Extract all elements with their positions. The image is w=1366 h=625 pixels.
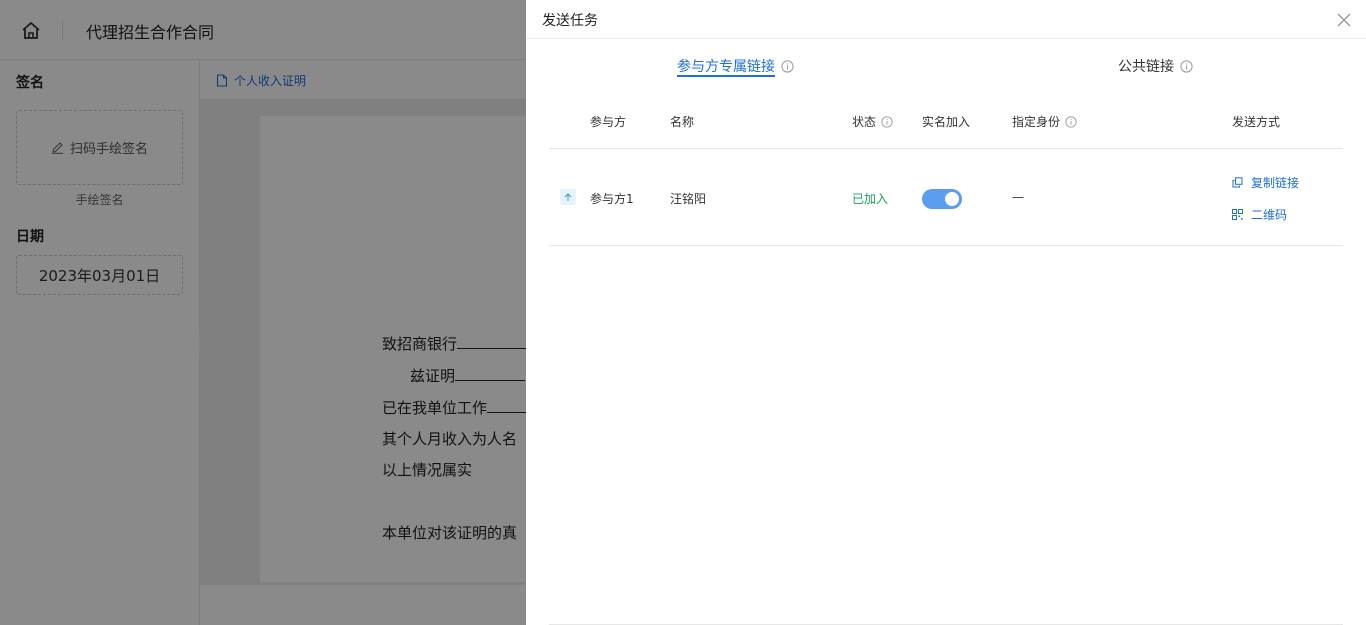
column-header-send-method: 发送方式 (1232, 115, 1281, 129)
arrow-up-icon (564, 193, 572, 201)
party-cell: 参与方1 (590, 192, 634, 206)
qr-code-label: 二维码 (1251, 208, 1288, 222)
toggle-knob (945, 192, 959, 206)
send-task-drawer: 发送任务 参与方专属链接 公共链接 参与方 名称 状态 实名加入 指定身份 发送… (526, 0, 1366, 625)
info-icon[interactable] (1065, 115, 1077, 128)
close-icon (1337, 13, 1351, 27)
column-header-status: 状态 (852, 113, 893, 130)
drawer-header: 发送任务 (526, 0, 1366, 39)
modal-overlay[interactable] (0, 0, 526, 625)
tab-label: 公共链接 (1118, 59, 1174, 75)
name-cell: 汪铭阳 (670, 192, 707, 206)
info-icon[interactable] (881, 115, 893, 128)
close-button[interactable] (1336, 12, 1352, 28)
info-icon[interactable] (781, 59, 794, 73)
drawer-title: 发送任务 (542, 13, 598, 29)
table-row: 参与方1 汪铭阳 已加入 — 复制链接 二维码 (549, 149, 1343, 246)
copy-link-label: 复制链接 (1251, 176, 1300, 190)
qr-code-button[interactable]: 二维码 (1232, 206, 1287, 223)
qr-code-icon (1232, 209, 1243, 220)
table-header: 参与方 名称 状态 实名加入 指定身份 发送方式 (549, 100, 1343, 149)
tab-public-link[interactable]: 公共链接 (1118, 55, 1193, 77)
status-badge: 已加入 (852, 192, 889, 206)
real-name-toggle[interactable] (922, 189, 962, 209)
identity-cell: — (1012, 190, 1024, 204)
tab-label: 参与方专属链接 (677, 59, 775, 75)
column-header-party: 参与方 (590, 115, 627, 129)
info-icon[interactable] (1180, 59, 1193, 73)
tab-party-link[interactable]: 参与方专属链接 (677, 55, 794, 77)
column-header-real-name: 实名加入 (922, 115, 971, 129)
column-header-name: 名称 (670, 115, 695, 129)
active-tab-indicator (677, 75, 775, 77)
copy-icon (1232, 177, 1243, 188)
copy-link-button[interactable]: 复制链接 (1232, 174, 1299, 191)
order-badge[interactable] (560, 189, 576, 205)
column-header-identity: 指定身份 (1012, 113, 1077, 130)
